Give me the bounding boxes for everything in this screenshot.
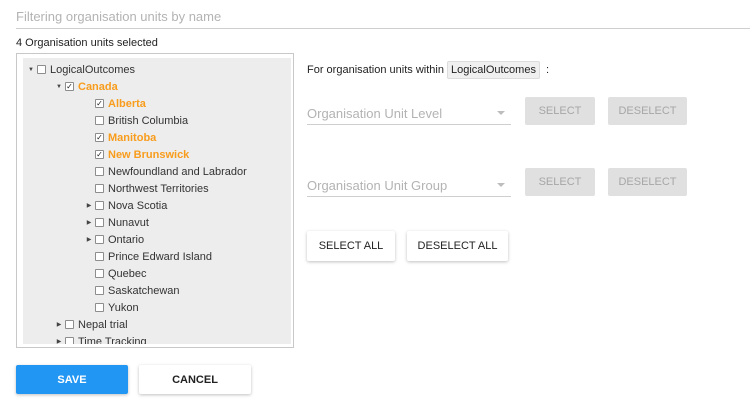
tree-checkbox-province[interactable] — [95, 201, 104, 210]
tree-node-province: Quebec — [85, 265, 147, 282]
tree-node-province: Saskatchewan — [85, 282, 180, 299]
tree-checkbox-province[interactable]: ✓ — [95, 150, 104, 159]
tree-node-province: ▶ Ontario — [85, 231, 144, 248]
tree-label-province[interactable]: Prince Edward Island — [108, 251, 212, 263]
collapsed-arrow-icon[interactable]: ▶ — [85, 236, 93, 243]
tree-node-province: Prince Edward Island — [85, 248, 212, 265]
tree-label-sibling[interactable]: Nepal trial — [78, 319, 128, 331]
tree-node-province: ▶ Nunavut — [85, 214, 149, 231]
selected-count-text: 4 Organisation units selected — [16, 37, 158, 49]
select-all-button[interactable]: SELECT ALL — [307, 231, 395, 261]
group-deselect-button[interactable]: DESELECT — [608, 168, 687, 196]
org-unit-tree: ▼ LogicalOutcomes ▼ ✓ Canada ✓ Alberta B… — [16, 53, 294, 348]
tree-node-province: ✓ Alberta — [85, 95, 146, 112]
within-unit-text: For organisation units within LogicalOut… — [307, 61, 549, 79]
expanded-arrow-icon[interactable]: ▼ — [27, 67, 35, 73]
chevron-down-icon — [497, 111, 505, 115]
tree-label-province[interactable]: Northwest Territories — [108, 183, 209, 195]
tree-checkbox-province[interactable] — [95, 184, 104, 193]
tree-checkbox-canada[interactable]: ✓ — [65, 82, 74, 91]
tree-node-province: Newfoundland and Labrador — [85, 163, 247, 180]
deselect-all-button[interactable]: DESELECT ALL — [407, 231, 508, 261]
tree-node-canada: ▼ ✓ Canada — [55, 78, 118, 95]
level-select-button[interactable]: SELECT — [525, 97, 595, 125]
tree-checkbox-province[interactable]: ✓ — [95, 99, 104, 108]
tree-checkbox-province[interactable] — [95, 286, 104, 295]
tree-checkbox-province[interactable] — [95, 218, 104, 227]
org-unit-tree-scroll[interactable]: ▼ LogicalOutcomes ▼ ✓ Canada ✓ Alberta B… — [23, 58, 291, 344]
cancel-button[interactable]: CANCEL — [139, 365, 251, 394]
tree-label-root[interactable]: LogicalOutcomes — [50, 64, 135, 76]
tree-label-province[interactable]: Saskatchewan — [108, 285, 180, 297]
tree-checkbox-province[interactable] — [95, 116, 104, 125]
tree-label-province[interactable]: Quebec — [108, 268, 147, 280]
collapsed-arrow-icon[interactable]: ▶ — [85, 202, 93, 209]
tree-label-province[interactable]: Alberta — [108, 98, 146, 110]
org-unit-level-placeholder: Organisation Unit Level — [307, 105, 443, 121]
tree-label-canada[interactable]: Canada — [78, 81, 118, 93]
level-deselect-button[interactable]: DESELECT — [608, 97, 687, 125]
tree-checkbox-sibling[interactable] — [65, 320, 74, 329]
org-unit-filter-input[interactable] — [16, 4, 750, 29]
tree-label-province[interactable]: Nunavut — [108, 217, 149, 229]
tree-label-province[interactable]: Newfoundland and Labrador — [108, 166, 247, 178]
org-unit-group-placeholder: Organisation Unit Group — [307, 177, 448, 193]
collapsed-arrow-icon[interactable]: ▶ — [55, 338, 63, 344]
tree-label-province[interactable]: Nova Scotia — [108, 200, 167, 212]
tree-label-province[interactable]: New Brunswick — [108, 149, 189, 161]
tree-node-province: British Columbia — [85, 112, 188, 129]
within-prefix: For organisation units within — [307, 64, 444, 76]
tree-checkbox-province[interactable] — [95, 303, 104, 312]
tree-checkbox-province[interactable]: ✓ — [95, 133, 104, 142]
tree-checkbox-province[interactable] — [95, 252, 104, 261]
org-unit-group-dropdown[interactable]: Organisation Unit Group — [307, 174, 511, 197]
tree-label-sibling[interactable]: Time Tracking — [78, 336, 147, 345]
group-select-button[interactable]: SELECT — [525, 168, 595, 196]
tree-checkbox-sibling[interactable] — [65, 337, 74, 344]
tree-checkbox-root[interactable] — [37, 65, 46, 74]
org-unit-level-dropdown[interactable]: Organisation Unit Level — [307, 102, 511, 125]
tree-node-province: ✓ Manitoba — [85, 129, 156, 146]
tree-node-sibling: ▶ Time Tracking — [55, 333, 147, 344]
within-suffix: : — [545, 64, 550, 76]
tree-label-province[interactable]: British Columbia — [108, 115, 188, 127]
chevron-down-icon — [497, 183, 505, 187]
tree-node-province: Yukon — [85, 299, 139, 316]
tree-node-province: ✓ New Brunswick — [85, 146, 189, 163]
tree-checkbox-province[interactable] — [95, 235, 104, 244]
collapsed-arrow-icon[interactable]: ▶ — [85, 219, 93, 226]
tree-node-province: Northwest Territories — [85, 180, 209, 197]
save-button[interactable]: SAVE — [16, 365, 128, 394]
within-unit-chip: LogicalOutcomes — [446, 61, 540, 79]
tree-node-root: ▼ LogicalOutcomes — [27, 61, 135, 78]
collapsed-arrow-icon[interactable]: ▶ — [55, 321, 63, 328]
expanded-arrow-icon[interactable]: ▼ — [55, 84, 63, 90]
tree-node-province: ▶ Nova Scotia — [85, 197, 168, 214]
tree-label-province[interactable]: Ontario — [108, 234, 144, 246]
tree-checkbox-province[interactable] — [95, 167, 104, 176]
tree-label-province[interactable]: Yukon — [108, 302, 139, 314]
tree-label-province[interactable]: Manitoba — [108, 132, 156, 144]
tree-checkbox-province[interactable] — [95, 269, 104, 278]
tree-node-sibling: ▶ Nepal trial — [55, 316, 128, 333]
